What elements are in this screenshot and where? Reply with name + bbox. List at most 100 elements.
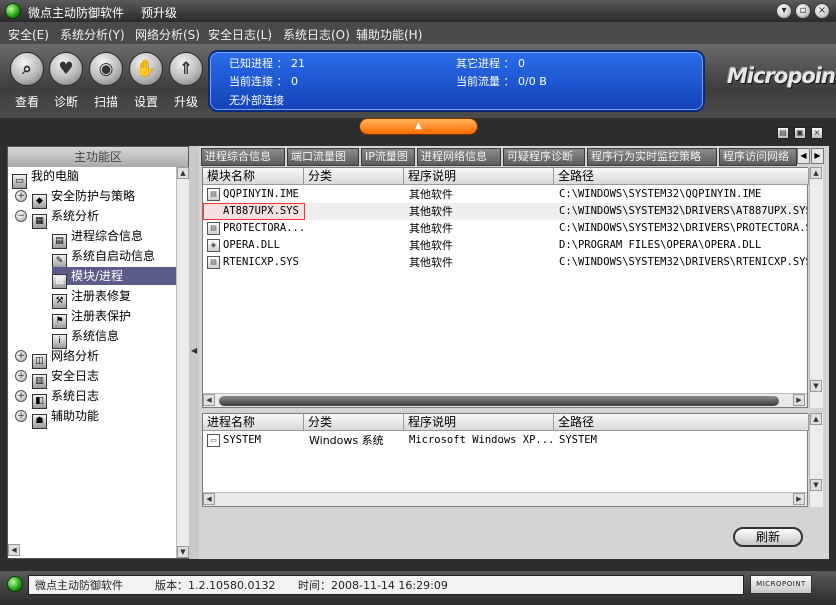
table-row[interactable]: ▤ PROTECTORA... 其他软件 C:\WINDOWS\SYSTEM32…: [203, 220, 807, 237]
scroll-up-icon[interactable]: ▲: [810, 413, 822, 425]
splitter-collapse-icon[interactable]: ◀: [191, 346, 197, 356]
title-badge: 预升级: [141, 6, 178, 20]
table-row[interactable]: ▤ RTENICXP.SYS 其他软件 C:\WINDOWS\SYSTEM32\…: [203, 254, 807, 271]
expand-security-log-icon[interactable]: +: [15, 370, 27, 382]
col-full-path[interactable]: 全路径: [554, 168, 809, 185]
pane-layout-icon[interactable]: ▤: [777, 127, 789, 139]
tree-module-process[interactable]: ▧ 模块/进程: [52, 267, 176, 289]
col-description[interactable]: 程序说明: [404, 414, 554, 431]
hand-icon: ✋: [129, 52, 163, 86]
pane-restore-icon[interactable]: ▣: [794, 127, 806, 139]
tree-tools[interactable]: ☗ 辅助功能: [32, 407, 172, 429]
settings-button[interactable]: ✋ 设置: [128, 52, 164, 110]
tab-process-info[interactable]: 进程综合信息: [201, 148, 285, 166]
table-row[interactable]: AT887UPX.SYS 其他软件 C:\WINDOWS\SYSTEM32\DR…: [203, 203, 807, 220]
close-icon[interactable]: ×: [814, 3, 830, 19]
col-process-name[interactable]: 进程名称: [203, 414, 304, 431]
menu-security[interactable]: 安全(E): [8, 26, 49, 43]
brand-logo: Micropoint: [727, 64, 836, 88]
processes-horizontal-scrollbar[interactable]: ◀ ▶: [203, 492, 807, 506]
scroll-down-icon[interactable]: ▼: [810, 479, 822, 491]
pane-close-icon[interactable]: ×: [811, 127, 823, 139]
diagnose-button[interactable]: ♥ 诊断: [48, 52, 84, 110]
scan-icon: ◉: [89, 52, 123, 86]
expand-system-log-icon[interactable]: +: [15, 390, 27, 402]
col-full-path[interactable]: 全路径: [554, 414, 809, 431]
minimize-icon[interactable]: ▾: [776, 3, 792, 19]
view-button[interactable]: ⌕ 查看: [9, 52, 45, 110]
left-vertical-scrollbar[interactable]: ▲ ▼: [176, 167, 189, 558]
tab-program-network[interactable]: 程序访问网络: [719, 148, 797, 166]
scroll-right-icon[interactable]: ▶: [793, 394, 805, 406]
tree-security-policy[interactable]: ◆ 安全防护与策略: [32, 187, 172, 209]
tree-security-log[interactable]: ▥ 安全日志: [32, 367, 172, 389]
tree-system-analysis[interactable]: ▦ 系统分析: [32, 207, 172, 229]
upgrade-button[interactable]: ⇑ 升级: [168, 52, 204, 110]
scroll-up-icon[interactable]: ▲: [810, 167, 822, 179]
table-row[interactable]: ▭ SYSTEM Windows 系统 Microsoft Windows XP…: [203, 432, 807, 449]
expand-security-icon[interactable]: +: [15, 190, 27, 202]
collapse-toolbar-button[interactable]: ▲: [359, 118, 478, 135]
menu-system-log[interactable]: 系统日志(O): [283, 26, 350, 43]
scroll-down-icon[interactable]: ▼: [177, 546, 189, 558]
tree-network-analysis[interactable]: ◫ 网络分析: [32, 347, 172, 369]
table-row[interactable]: ◈ OPERA.DLL 其他软件 D:\PROGRAM FILES\OPERA\…: [203, 237, 807, 254]
expand-tools-icon[interactable]: +: [15, 410, 27, 422]
tab-port-traffic[interactable]: 端口流量图: [287, 148, 359, 166]
scroll-up-icon[interactable]: ▲: [177, 167, 189, 179]
scroll-left-icon[interactable]: ◀: [203, 394, 215, 406]
upgrade-icon: ⇑: [169, 52, 203, 86]
tree-my-computer[interactable]: ▭ 我的电脑: [12, 167, 172, 189]
menu-system-analysis[interactable]: 系统分析(Y): [60, 26, 125, 43]
file-icon: ▤: [207, 222, 220, 235]
scroll-left-icon[interactable]: ◀: [203, 493, 215, 505]
modules-horizontal-scrollbar[interactable]: ◀ ▶: [203, 393, 807, 407]
processes-table: 进程名称 分类 程序说明 全路径 ▭ SYSTEM Windows 系统 Mic…: [202, 413, 809, 507]
tree-system-info[interactable]: i 系统信息: [52, 327, 172, 349]
col-category[interactable]: 分类: [304, 414, 404, 431]
other-processes-text: 其它进程 ： 0: [456, 57, 525, 70]
scroll-down-icon[interactable]: ▼: [810, 380, 822, 392]
menu-security-log[interactable]: 安全日志(L): [208, 26, 272, 43]
col-module-name[interactable]: 模块名称: [203, 168, 304, 185]
app-logo-icon: [5, 3, 21, 19]
tab-ip-traffic[interactable]: IP流量图: [361, 148, 415, 166]
tree-registry-repair[interactable]: ⚒ 注册表修复: [52, 287, 172, 309]
tab-behavior-policy[interactable]: 程序行为实时监控策略: [587, 148, 717, 166]
refresh-button[interactable]: 刷新: [733, 527, 803, 547]
scroll-thumb[interactable]: [219, 396, 779, 406]
col-description[interactable]: 程序说明: [404, 168, 554, 185]
modules-vertical-scrollbar[interactable]: ▲ ▼: [809, 167, 823, 408]
toolbar: ⌕ 查看 ♥ 诊断 ◉ 扫描 ✋ 设置 ⇑ 升级 已知进程 ： 21 其它进程 …: [0, 44, 836, 118]
tab-bar: 进程综合信息 端口流量图 IP流量图 进程网络信息 可疑程序诊断 程序行为实时监…: [201, 148, 811, 166]
computer-icon: ▭: [12, 174, 27, 189]
window-title: 微点主动防御软件: [28, 6, 125, 20]
menu-network-analysis[interactable]: 网络分析(S): [135, 26, 200, 43]
menu-bar: 安全(E) 系统分析(Y) 网络分析(S) 安全日志(L) 系统日志(O) 辅助…: [0, 22, 836, 44]
tab-scroll-right-icon[interactable]: ▶: [811, 148, 824, 164]
collapse-system-analysis-icon[interactable]: −: [15, 210, 27, 222]
scan-button[interactable]: ◉ 扫描: [88, 52, 124, 110]
status-time: 时间：2008-11-14 16:29:09: [298, 579, 448, 592]
tree-registry-protect[interactable]: ⚑ 注册表保护: [52, 307, 172, 329]
magnifier-icon: ⌕: [10, 52, 44, 86]
tab-suspicious-diagnose[interactable]: 可疑程序诊断: [503, 148, 585, 166]
tree-startup-info[interactable]: ✎ 系统自启动信息: [52, 247, 172, 269]
left-panel-header: 主功能区: [8, 147, 188, 167]
processes-vertical-scrollbar[interactable]: ▲ ▼: [809, 413, 823, 507]
current-traffic-text: 当前流量 ： 0/0 B: [456, 75, 547, 88]
tree-system-log[interactable]: ◧ 系统日志: [32, 387, 172, 409]
restore-icon[interactable]: ▫: [795, 3, 811, 19]
menu-tools[interactable]: 辅助功能(H): [356, 26, 422, 43]
table-row[interactable]: ▤ QQPINYIN.IME 其他软件 C:\WINDOWS\SYSTEM32\…: [203, 186, 807, 203]
scroll-right-icon[interactable]: ▶: [793, 493, 805, 505]
tree-process-info[interactable]: ▤ 进程综合信息: [52, 227, 172, 249]
tab-process-network[interactable]: 进程网络信息: [417, 148, 501, 166]
status-panel: 已知进程 ： 21 其它进程 ： 0 当前连接 ： 0 当前流量 ： 0/0 B…: [208, 50, 705, 112]
known-processes-text: 已知进程 ： 21: [229, 57, 305, 70]
tab-scroll-left-icon[interactable]: ◀: [797, 148, 810, 164]
left-scroll-left-icon[interactable]: ◀: [8, 544, 20, 556]
expand-network-icon[interactable]: +: [15, 350, 27, 362]
col-category[interactable]: 分类: [304, 168, 404, 185]
file-icon: ▤: [207, 256, 220, 269]
